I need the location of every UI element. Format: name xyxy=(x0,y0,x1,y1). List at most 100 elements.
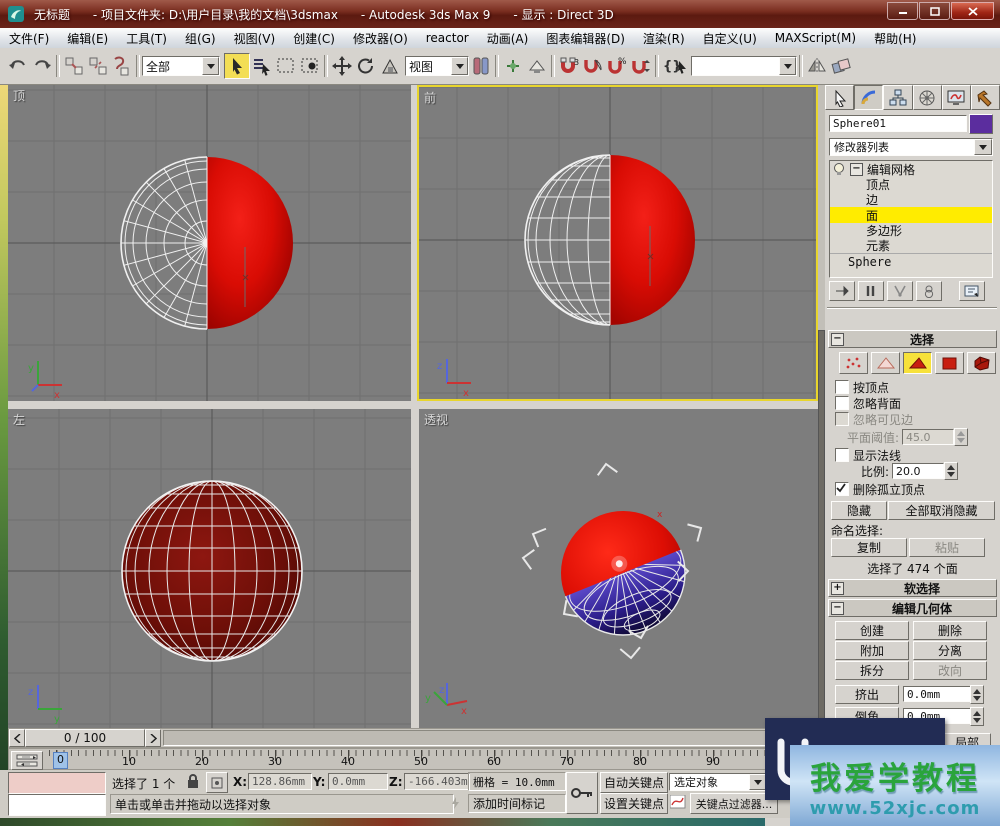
stack-item-edit-mesh[interactable]: − 编辑网格 xyxy=(830,161,992,177)
modifier-list-arrow[interactable] xyxy=(974,139,992,155)
modifier-list-dropdown[interactable]: 修改器列表 xyxy=(829,138,993,156)
stack-subitem-edge[interactable]: 边 xyxy=(830,192,992,207)
minimize-button[interactable] xyxy=(887,2,918,20)
delete-button[interactable]: 删除 xyxy=(913,621,987,640)
tab-display[interactable] xyxy=(942,85,971,110)
subobject-edge-icon[interactable] xyxy=(871,352,900,374)
copy-button[interactable]: 复制 xyxy=(831,538,907,557)
sphere-selected-faces[interactable] xyxy=(207,157,293,329)
next-frame-button[interactable] xyxy=(145,729,161,747)
keyboard-shortcut-override-icon[interactable] xyxy=(525,54,549,78)
stack-subitem-polygon[interactable]: 多边形 xyxy=(830,223,992,238)
undo-icon[interactable] xyxy=(6,54,30,78)
bind-to-spacewarp-icon[interactable] xyxy=(110,54,134,78)
make-unique-icon[interactable] xyxy=(887,281,913,301)
menu-maxscript[interactable]: MAXScript(M) xyxy=(766,29,865,47)
add-time-tag-button[interactable]: 添加时间标记 xyxy=(468,794,566,813)
menu-edit[interactable]: 编辑(E) xyxy=(58,28,117,49)
track-bar[interactable]: 0 10 20 30 40 50 60 70 80 90 xyxy=(8,748,818,770)
z-coord-field[interactable]: -166.403m xyxy=(404,773,470,790)
filter-dropdown-arrow[interactable] xyxy=(202,57,219,75)
menu-customize[interactable]: 自定义(U) xyxy=(694,28,766,49)
selection-filter-dropdown[interactable]: 全部 xyxy=(142,56,220,76)
attach-button[interactable]: 附加 xyxy=(835,641,909,660)
subobject-face-icon-active[interactable] xyxy=(903,352,932,374)
extrude-spinner[interactable] xyxy=(970,685,984,704)
select-and-scale-icon[interactable] xyxy=(378,54,402,78)
absolute-mode-transform-button[interactable] xyxy=(206,772,228,793)
named-selection-dropdown[interactable] xyxy=(691,56,797,76)
checkbox-delete-isolated-vertices[interactable]: 删除孤立顶点 xyxy=(829,481,1000,497)
rectangular-selection-region-icon[interactable] xyxy=(274,54,298,78)
stack-item-sphere[interactable]: Sphere xyxy=(830,253,992,270)
extrude-button[interactable]: 挤出 xyxy=(835,685,899,704)
snap-toggle-3d-icon[interactable]: 3 xyxy=(557,54,581,78)
checkbox-by-vertex[interactable]: 按顶点 xyxy=(829,379,995,395)
checkbox-ignore-backfacing[interactable]: 忽略背面 xyxy=(829,395,995,411)
watermark-url[interactable]: www.52xjc.com xyxy=(810,798,981,819)
checkbox-show-normals[interactable]: 显示法线 xyxy=(829,447,995,463)
communication-center-icon[interactable] xyxy=(450,796,462,813)
menu-group[interactable]: 组(G) xyxy=(176,28,225,49)
named-selection-sets-icon[interactable]: {} xyxy=(661,54,691,78)
named-selection-arrow[interactable] xyxy=(779,57,796,75)
tab-utilities[interactable] xyxy=(971,85,1000,110)
select-and-rotate-icon[interactable] xyxy=(354,54,378,78)
extrude-value-field[interactable]: 0.0mm xyxy=(903,686,973,702)
angle-snap-icon[interactable] xyxy=(581,54,605,78)
select-object-button[interactable] xyxy=(224,53,250,79)
title-bar[interactable]: 无标题 - 项目文件夹: D:\用户目录\我的文档\3dsmax - Autod… xyxy=(0,0,1000,28)
object-color-swatch[interactable] xyxy=(969,114,993,134)
stack-collapse-box[interactable]: − xyxy=(850,163,863,176)
menu-reactor[interactable]: reactor xyxy=(417,29,478,47)
tab-hierarchy[interactable] xyxy=(883,85,912,110)
rollout-soft-selection-header[interactable]: + 软选择 xyxy=(828,579,997,597)
auto-key-button[interactable]: 自动关键点 xyxy=(600,772,668,793)
viewport-top-label[interactable]: 顶 xyxy=(13,87,25,104)
menu-animation[interactable]: 动画(A) xyxy=(478,28,538,49)
divide-button[interactable]: 拆分 xyxy=(835,661,909,680)
key-filter-scope-dropdown[interactable]: 选定对象 xyxy=(669,773,767,791)
stack-subitem-vertex[interactable]: 顶点 xyxy=(830,177,992,192)
create-button[interactable]: 创建 xyxy=(835,621,909,640)
app-icon[interactable] xyxy=(4,2,28,26)
unhide-all-button[interactable]: 全部取消隐藏 xyxy=(888,501,995,520)
tab-modify[interactable] xyxy=(854,85,883,110)
menu-create[interactable]: 创建(C) xyxy=(284,28,344,49)
normals-scale-spinner[interactable] xyxy=(944,462,958,480)
subobject-vertex-icon[interactable] xyxy=(839,352,868,374)
stack-subitem-face-selected[interactable]: 面 xyxy=(830,207,992,223)
window-crossing-icon[interactable] xyxy=(298,54,322,78)
maxscript-mini-listener-pink[interactable] xyxy=(8,772,106,794)
viewport-splitter-horizontal[interactable] xyxy=(8,401,818,409)
current-frame-marker[interactable]: 0 xyxy=(53,752,68,769)
subobject-element-icon[interactable] xyxy=(967,352,996,374)
select-and-move-icon[interactable] xyxy=(330,54,354,78)
object-name-field[interactable]: Sphere01 xyxy=(829,115,967,132)
maxscript-mini-listener-white[interactable] xyxy=(8,794,106,816)
select-and-manipulate-icon[interactable] xyxy=(501,54,525,78)
menu-graph-editors[interactable]: 图表编辑器(D) xyxy=(537,28,634,49)
y-coord-field[interactable]: 0.0mm xyxy=(328,773,388,790)
remove-modifier-icon[interactable] xyxy=(916,281,942,301)
default-in-out-tangent-icon[interactable] xyxy=(670,795,686,812)
redo-icon[interactable] xyxy=(30,54,54,78)
spinner-snap-icon[interactable] xyxy=(629,54,653,78)
normals-scale-field[interactable]: 20.0 xyxy=(892,463,944,479)
viewport-left-label[interactable]: 左 xyxy=(13,411,25,428)
command-panel-scrollbar[interactable] xyxy=(818,85,825,728)
menu-views[interactable]: 视图(V) xyxy=(225,28,285,49)
mirror-icon[interactable] xyxy=(805,54,829,78)
viewport-front[interactable]: 前 z x xyxy=(417,85,818,401)
align-icon[interactable] xyxy=(829,54,853,78)
menu-help[interactable]: 帮助(H) xyxy=(865,28,925,49)
unlink-icon[interactable] xyxy=(86,54,110,78)
sphere-selected-faces[interactable] xyxy=(610,155,695,325)
close-button[interactable] xyxy=(951,2,994,20)
hide-button[interactable]: 隐藏 xyxy=(831,501,887,520)
reference-coordinate-dropdown[interactable]: 视图 xyxy=(405,56,469,76)
menu-modifiers[interactable]: 修改器(O) xyxy=(344,28,417,49)
key-filter-scope-arrow[interactable] xyxy=(749,774,766,790)
set-key-button[interactable]: 设置关键点 xyxy=(600,793,668,814)
stack-subitem-element[interactable]: 元素 xyxy=(830,238,992,253)
